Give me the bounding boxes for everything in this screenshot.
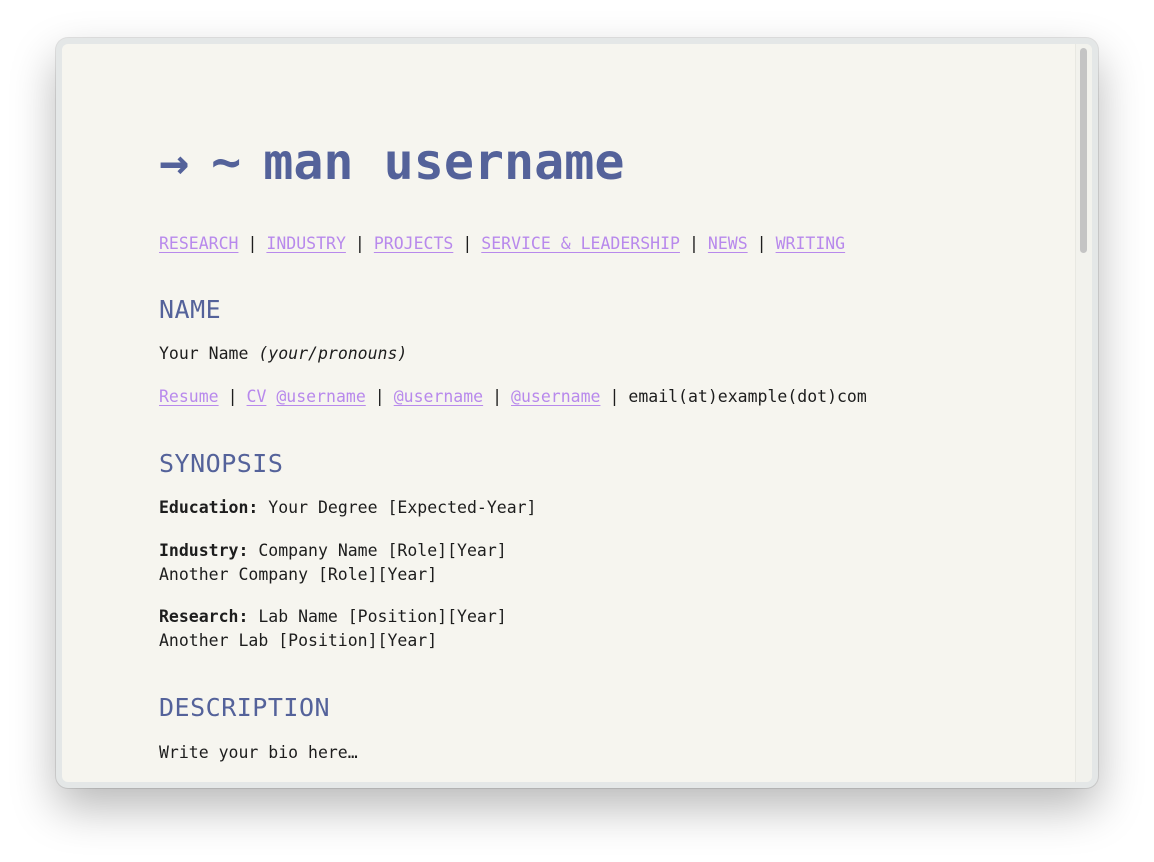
handle-link-1[interactable]: @username <box>276 387 365 406</box>
page-title: → ~ man username <box>159 132 624 192</box>
nav-link-writing[interactable]: WRITING <box>776 234 846 253</box>
education-label: Education: <box>159 498 259 517</box>
industry-label: Industry: <box>159 541 249 560</box>
name-heading: NAME <box>159 295 222 324</box>
research-line-1: Lab Name [Position][Year] <box>258 607 507 626</box>
education-value: Your Degree [Expected-Year] <box>268 498 537 517</box>
nav-separator: | <box>354 234 365 253</box>
bio-text: Write your bio here… <box>159 743 358 762</box>
education-line: Education: Your Degree [Expected-Year] <box>159 496 537 520</box>
email-text: email(at)example(dot)com <box>628 387 867 406</box>
browser-window: → ~ man username RESEARCH | INDUSTRY | PROJECT… <box>56 38 1098 788</box>
cv-link[interactable]: CV <box>247 387 267 406</box>
link-separator: | <box>492 387 503 406</box>
research-block: Research: Lab Name [Position][Year] Anot… <box>159 605 507 653</box>
handle-link-3[interactable]: @username <box>511 387 600 406</box>
link-separator: | <box>374 387 385 406</box>
nav-separator: | <box>247 234 258 253</box>
prompt-tilde: ~ <box>211 133 242 191</box>
page-viewport: → ~ man username RESEARCH | INDUSTRY | PROJECT… <box>62 44 1092 782</box>
prompt-arrow-icon: → <box>159 133 190 191</box>
nav-link-projects[interactable]: PROJECTS <box>374 234 453 253</box>
link-separator: | <box>609 387 620 406</box>
scrollbar-thumb[interactable] <box>1080 48 1087 253</box>
name-line: Your Name (your/pronouns) <box>159 342 407 366</box>
vertical-scrollbar[interactable] <box>1075 44 1092 782</box>
research-label: Research: <box>159 607 249 626</box>
industry-block: Industry: Company Name [Role][Year] Anot… <box>159 539 507 587</box>
pronouns: (your/pronouns) <box>258 344 408 363</box>
description-heading: DESCRIPTION <box>159 693 331 722</box>
nav-link-news[interactable]: NEWS <box>708 234 748 253</box>
title-text: man username <box>263 133 625 191</box>
link-separator: | <box>227 387 238 406</box>
top-nav: RESEARCH | INDUSTRY | PROJECTS | SERVICE & LEA… <box>159 232 845 256</box>
nav-link-industry[interactable]: INDUSTRY <box>266 234 345 253</box>
nav-link-service-leadership[interactable]: SERVICE & LEADERSHIP <box>481 234 680 253</box>
handle-link-2[interactable]: @username <box>394 387 483 406</box>
person-name: Your Name <box>159 344 249 363</box>
nav-separator: | <box>462 234 473 253</box>
industry-line-1: Company Name [Role][Year] <box>258 541 507 560</box>
synopsis-heading: SYNOPSIS <box>159 449 284 478</box>
industry-line-2: Another Company [Role][Year] <box>159 565 438 584</box>
research-line-2: Another Lab [Position][Year] <box>159 631 438 650</box>
resume-link[interactable]: Resume <box>159 387 219 406</box>
contact-links: Resume | CV @username | @username | @username |… <box>159 385 867 409</box>
nav-link-research[interactable]: RESEARCH <box>159 234 238 253</box>
nav-separator: | <box>756 234 767 253</box>
nav-separator: | <box>688 234 699 253</box>
